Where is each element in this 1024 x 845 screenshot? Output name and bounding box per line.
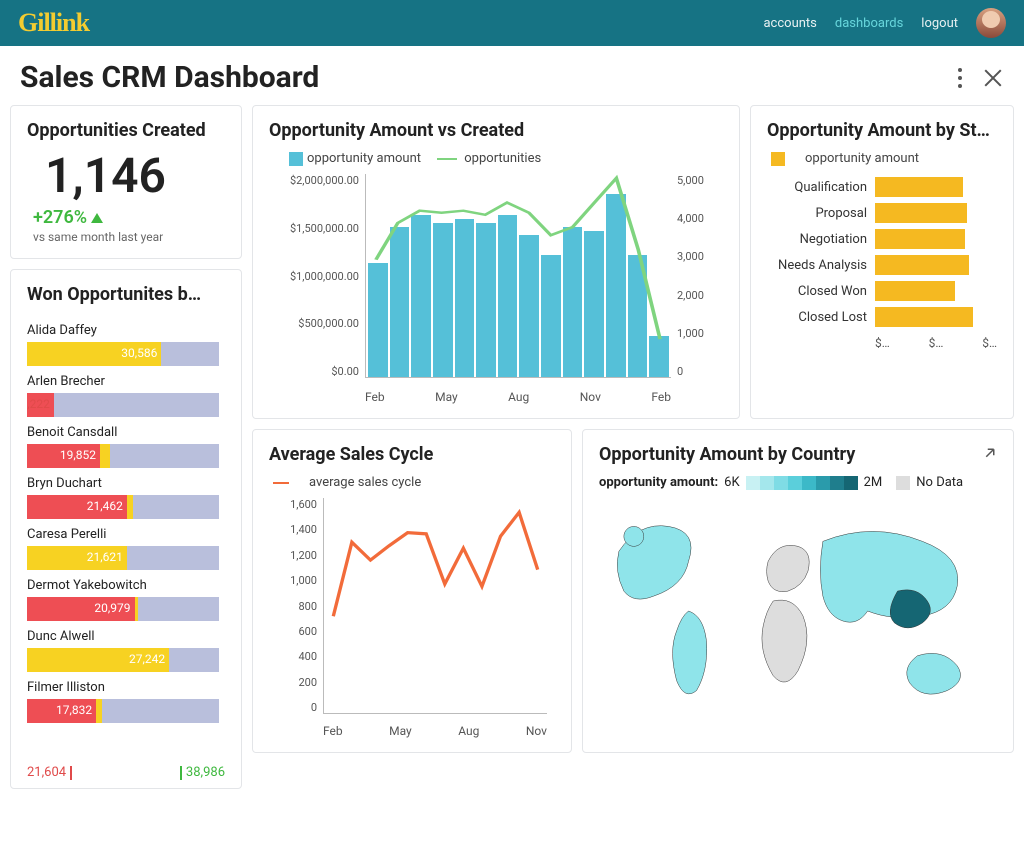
map-legend-min: 6K [724,475,739,490]
list-item[interactable]: Dermot Yakebowitch 20,979 [27,578,219,621]
cycle-chart[interactable]: 1,6001,4001,2001,0008006004002000 FebMay… [269,498,555,738]
stage-row: Closed Lost [767,304,997,330]
chart-legend: opportunity amount opportunities [289,151,723,166]
nav-dashboards[interactable]: dashboards [835,16,903,31]
map-legend-nodata: No Data [916,475,963,490]
trend-up-icon [91,213,103,223]
card-title: Opportunity Amount by St… [767,120,997,141]
stage-row: Closed Won [767,278,997,304]
metric-sub: vs same month last year [33,230,225,244]
metric-delta-text: +276% [33,207,87,228]
list-item[interactable]: Caresa Perelli 21,621 [27,527,219,570]
stage-row: Proposal [767,200,997,226]
card-title: Average Sales Cycle [269,444,555,465]
list-item[interactable]: Filmer Illiston 17,832 [27,680,219,723]
close-icon[interactable] [982,67,1004,89]
stage-row: Qualification [767,174,997,200]
map-legend-label: opportunity amount: [599,475,718,490]
list-item[interactable]: Alida Daffey 30,586 [27,323,219,366]
nav-logout[interactable]: logout [921,16,958,31]
app-header: Gillink accounts dashboards logout [0,0,1024,46]
card-amount-by-country: Opportunity Amount by Country opportunit… [582,429,1014,753]
footer-left: 21,604 [27,765,72,780]
card-title: Opportunity Amount by Country [599,444,997,465]
kebab-menu-icon[interactable] [958,68,962,88]
card-avg-sales-cycle: Average Sales Cycle average sales cycle … [252,429,572,753]
page-title: Sales CRM Dashboard [20,60,319,95]
card-amount-vs-created: Opportunity Amount vs Created opportunit… [252,105,740,419]
card-title: Opportunity Amount vs Created [269,120,723,141]
expand-icon[interactable] [981,444,999,462]
list-item[interactable]: Benoit Cansdall 19,852 [27,425,219,468]
card-title: Won Opportunites b… [27,284,225,305]
map-legend: opportunity amount: 6K 2M No Data [599,475,997,490]
legend-bar-label: opportunity amount [307,151,421,166]
won-list[interactable]: Alida Daffey 30,586 Arlen Brecher 4,222 … [27,315,225,755]
card-title: Opportunities Created [27,120,225,141]
metric-delta: +276% [33,207,225,228]
card-amount-by-stage: Opportunity Amount by St… opportunity am… [750,105,1014,419]
list-item[interactable]: Dunc Alwell 27,242 [27,629,219,672]
world-map[interactable] [599,496,997,726]
top-nav: accounts dashboards logout [763,8,1006,38]
chart-legend: opportunity amount [771,151,997,166]
map-legend-max: 2M [864,475,883,490]
stage-row: Needs Analysis [767,252,997,278]
metric-value: 1,146 [45,151,225,201]
legend-label: opportunity amount [805,151,919,166]
chart-legend: average sales cycle [273,475,555,490]
card-won-opportunities: Won Opportunites b… Alida Daffey 30,586 … [10,269,242,789]
footer-right: 38,986 [180,765,225,780]
user-avatar[interactable] [976,8,1006,38]
stage-chart[interactable]: QualificationProposalNegotiationNeeds An… [767,174,997,330]
combo-chart[interactable]: $2,000,000.00$1,500,000.00$1,000,000.00$… [269,174,723,404]
list-item[interactable]: Arlen Brecher 4,222 [27,374,219,417]
title-bar: Sales CRM Dashboard [0,46,1024,105]
list-item[interactable]: Bryn Duchart 21,462 [27,476,219,519]
legend-label: average sales cycle [309,475,421,490]
stage-row: Negotiation [767,226,997,252]
legend-line-label: opportunities [464,151,541,166]
brand-logo: Gillink [18,8,89,38]
nav-accounts[interactable]: accounts [763,16,816,31]
list-footer: 21,604 38,986 [27,765,225,780]
card-opportunities-created: Opportunities Created 1,146 +276% vs sam… [10,105,242,259]
